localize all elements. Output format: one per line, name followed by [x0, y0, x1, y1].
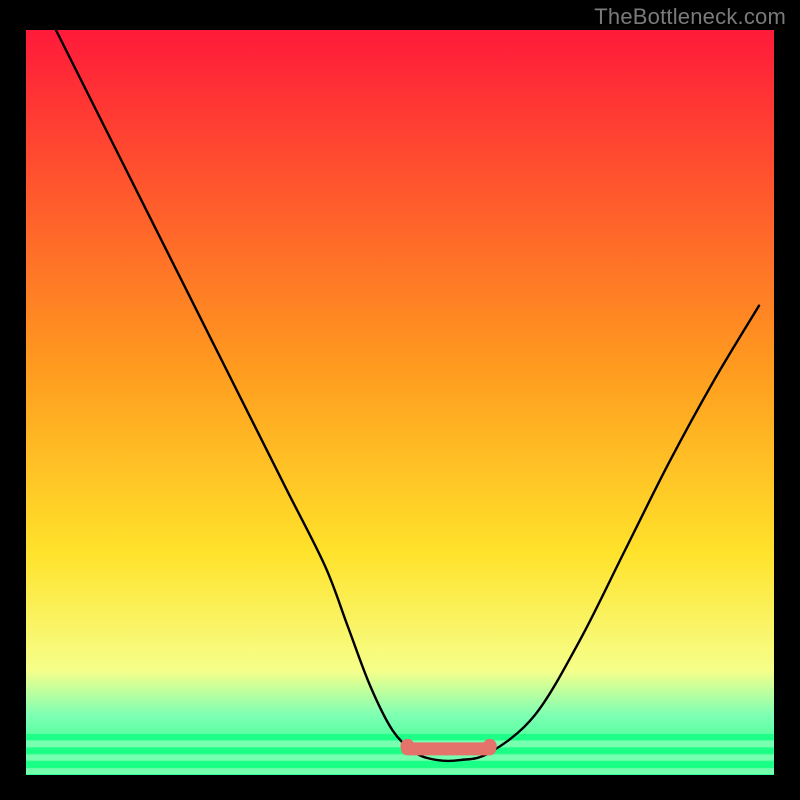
- green-stripe: [26, 755, 774, 761]
- green-stripe: [26, 761, 774, 767]
- optimal-band-dot-left: [400, 739, 414, 753]
- optimal-band-dot-right: [483, 739, 497, 753]
- bottleneck-chart: [26, 30, 774, 775]
- chart-svg: [26, 30, 774, 775]
- green-stripe: [26, 741, 774, 747]
- green-stripe: [26, 768, 774, 774]
- frame: TheBottleneck.com: [0, 0, 800, 800]
- gradient-bg: [26, 30, 774, 775]
- watermark-text: TheBottleneck.com: [594, 4, 786, 30]
- green-stripe: [26, 748, 774, 754]
